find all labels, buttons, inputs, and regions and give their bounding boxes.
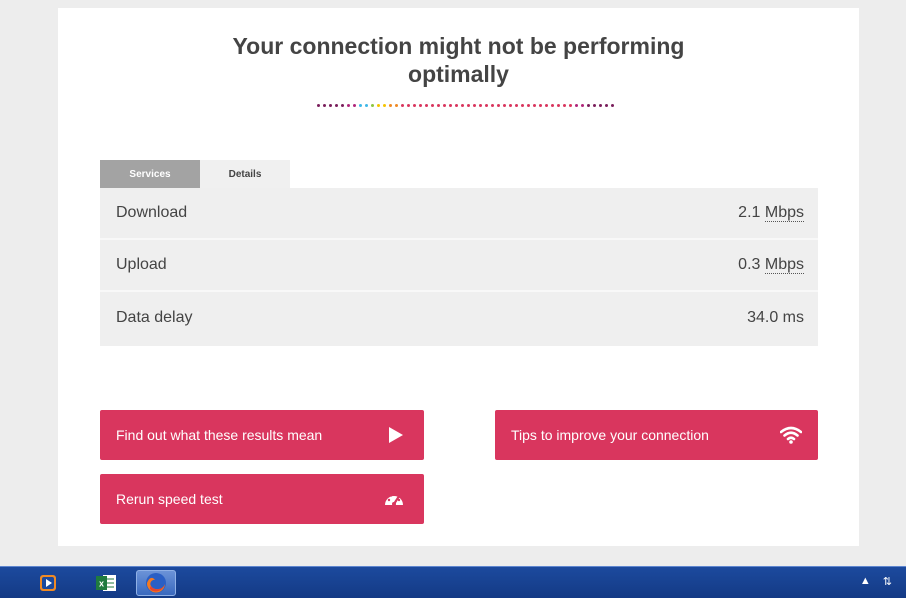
divider-dot	[587, 104, 590, 107]
find-out-results-label: Find out what these results mean	[116, 427, 323, 443]
tips-improve-connection-button[interactable]: Tips to improve your connection	[495, 410, 818, 460]
svg-text:x: x	[99, 579, 104, 589]
divider-dot	[401, 104, 404, 107]
divider-dot	[485, 104, 488, 107]
download-label: Download	[116, 204, 188, 221]
download-unit: Mbps	[764, 204, 804, 222]
tips-improve-connection-label: Tips to improve your connection	[511, 427, 709, 443]
divider-dot	[359, 104, 362, 107]
excel-icon: x	[96, 575, 116, 591]
divider-dot	[551, 104, 554, 107]
divider-dot	[335, 104, 338, 107]
divider-dot	[479, 104, 482, 107]
firefox-icon	[146, 573, 166, 593]
speedometer-icon	[385, 494, 403, 506]
divider-dot	[509, 104, 512, 107]
divider-dot	[407, 104, 410, 107]
divider-dot	[539, 104, 542, 107]
data-delay-unit: ms	[782, 309, 804, 326]
windows-taskbar: x ▲ ⇅	[0, 566, 906, 598]
system-tray: ▲ ⇅	[860, 575, 892, 588]
divider-dot	[329, 104, 332, 107]
divider-dot	[341, 104, 344, 107]
taskbar-excel-button[interactable]: x	[86, 570, 126, 596]
divider-dot	[419, 104, 422, 107]
divider-dot	[569, 104, 572, 107]
upload-unit: Mbps	[764, 256, 804, 274]
divider-dot	[497, 104, 500, 107]
rerun-speed-test-label: Rerun speed test	[116, 491, 223, 507]
detail-row-upload: Upload 0.3 Mbps	[100, 240, 818, 292]
divider-dot	[521, 104, 524, 107]
divider-dot	[449, 104, 452, 107]
download-value: 2.1 Mbps	[738, 204, 804, 222]
divider-dot	[473, 104, 476, 107]
divider-dot	[371, 104, 374, 107]
details-panel: Download 2.1 Mbps Upload 0.3 Mbps Data d…	[100, 188, 818, 346]
tab-bar: Services Details	[100, 160, 290, 188]
divider-dot	[377, 104, 380, 107]
network-tray-icon[interactable]: ⇅	[883, 575, 892, 588]
divider-dot	[383, 104, 386, 107]
results-card: Your connection might not be performing …	[58, 8, 859, 546]
taskbar-media-player-button[interactable]	[28, 570, 68, 596]
play-icon	[389, 427, 403, 443]
divider-dot	[455, 104, 458, 107]
tray-expand-icon[interactable]: ▲	[860, 575, 871, 588]
divider-dot	[413, 104, 416, 107]
divider-dot	[347, 104, 350, 107]
upload-value: 0.3 Mbps	[738, 256, 804, 274]
media-player-icon	[40, 575, 56, 591]
divider-dot	[431, 104, 434, 107]
taskbar-firefox-button[interactable]	[136, 570, 176, 596]
divider-dot	[467, 104, 470, 107]
divider-dot	[317, 104, 320, 107]
rerun-speed-test-button[interactable]: Rerun speed test	[100, 474, 424, 524]
wifi-icon	[780, 426, 802, 444]
divider-dot	[425, 104, 428, 107]
divider-dot	[599, 104, 602, 107]
tab-services[interactable]: Services	[100, 160, 200, 188]
divider-dot	[611, 104, 614, 107]
divider-dot	[575, 104, 578, 107]
divider-dot	[491, 104, 494, 107]
divider-dot	[557, 104, 560, 107]
divider-dot	[323, 104, 326, 107]
divider-dot	[389, 104, 392, 107]
data-delay-label: Data delay	[116, 309, 193, 326]
divider-dot	[533, 104, 536, 107]
page-title: Your connection might not be performing …	[232, 33, 685, 87]
divider-dot	[581, 104, 584, 107]
divider-dot	[353, 104, 356, 107]
tab-details[interactable]: Details	[200, 160, 290, 188]
divider-dot	[545, 104, 548, 107]
divider-dot	[443, 104, 446, 107]
detail-row-download: Download 2.1 Mbps	[100, 188, 818, 240]
progress-dots	[317, 104, 614, 110]
divider-dot	[605, 104, 608, 107]
divider-dot	[515, 104, 518, 107]
divider-dot	[503, 104, 506, 107]
upload-label: Upload	[116, 256, 167, 273]
divider-dot	[593, 104, 596, 107]
find-out-results-button[interactable]: Find out what these results mean	[100, 410, 424, 460]
divider-dot	[365, 104, 368, 107]
divider-dot	[395, 104, 398, 107]
data-delay-value: 34.0 ms	[747, 309, 804, 326]
divider-dot	[563, 104, 566, 107]
detail-row-data-delay: Data delay 34.0 ms	[100, 292, 818, 344]
divider-dot	[437, 104, 440, 107]
divider-dot	[527, 104, 530, 107]
divider-dot	[461, 104, 464, 107]
